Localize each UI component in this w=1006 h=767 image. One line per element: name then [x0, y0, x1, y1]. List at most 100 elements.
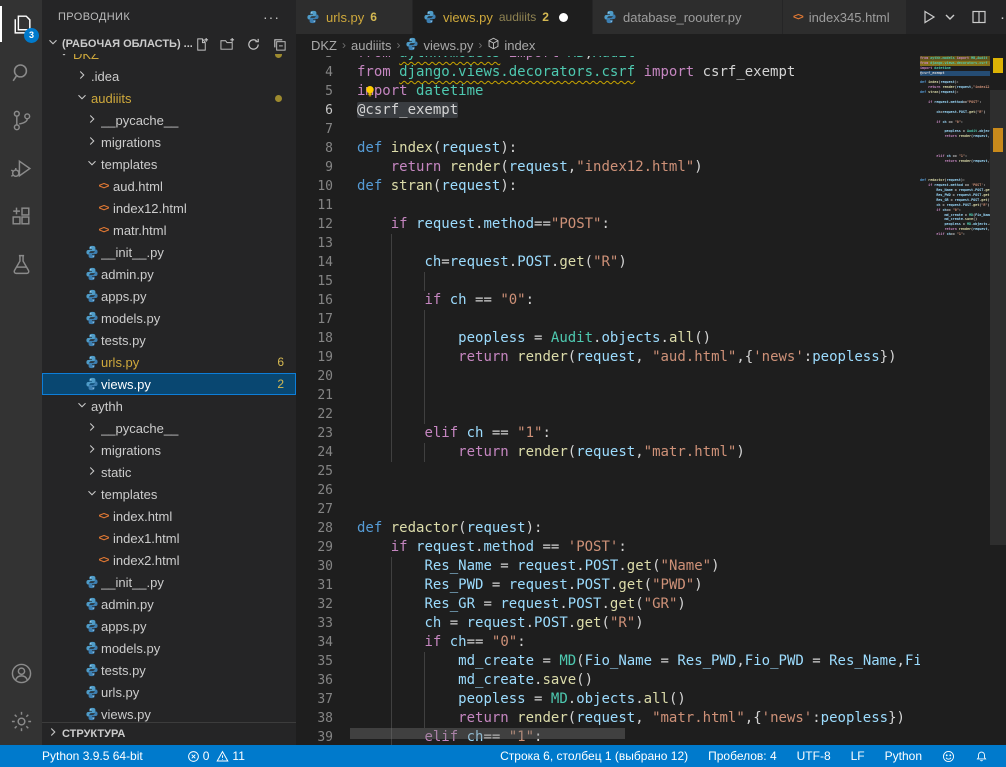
- code-line-5[interactable]: import datetime: [357, 82, 483, 101]
- run-python-file-icon[interactable]: [921, 9, 937, 25]
- breadcrumb-index[interactable]: index: [487, 37, 535, 53]
- python-interpreter-status[interactable]: Python 3.9.5 64-bit: [34, 745, 151, 767]
- tree-item-aud.html[interactable]: <>aud.html: [42, 175, 296, 197]
- code-editor[interactable]: 3from aythh.models import MB,Audit4from …: [296, 56, 1006, 745]
- tree-item-index12.html[interactable]: <>index12.html: [42, 197, 296, 219]
- code-line-18[interactable]: peopless = Audit.objects.all(): [357, 329, 711, 348]
- code-line-9[interactable]: return render(request,"index12.html"): [357, 158, 703, 177]
- code-line-19[interactable]: return render(request, "aud.html",{'news…: [357, 348, 897, 367]
- code-line-16[interactable]: if ch == "0":: [357, 291, 534, 310]
- tree-item-migrations[interactable]: migrations: [42, 439, 296, 461]
- tree-item-migrations[interactable]: migrations: [42, 131, 296, 153]
- tree-item-admin.py[interactable]: admin.py: [42, 593, 296, 615]
- run-dropdown-chevron-icon[interactable]: [942, 9, 958, 25]
- code-line-12[interactable]: if request.method=="POST":: [357, 215, 610, 234]
- code-line-34[interactable]: if ch== "0":: [357, 633, 526, 652]
- tree-item-index.html[interactable]: <>index.html: [42, 505, 296, 527]
- tree-item-static[interactable]: static: [42, 461, 296, 483]
- status-item[interactable]: Пробелов: 4: [700, 745, 785, 767]
- code-line-3[interactable]: from aythh.models import MB,Audit: [357, 56, 635, 63]
- activity-bar-extensions-icon[interactable]: [0, 192, 42, 240]
- tab-database_roouter.py[interactable]: database_roouter.py: [593, 0, 783, 34]
- notifications-bell-icon[interactable]: [967, 745, 996, 767]
- code-line-23[interactable]: elif ch == "1":: [357, 424, 551, 443]
- tree-item-models.py[interactable]: models.py: [42, 307, 296, 329]
- tree-item-DKZ[interactable]: DKZ: [42, 54, 296, 65]
- code-line-36[interactable]: md_create.save(): [357, 671, 593, 690]
- lightbulb-icon[interactable]: [363, 84, 377, 104]
- tree-item-admin.py[interactable]: admin.py: [42, 263, 296, 285]
- new-folder-icon[interactable]: [218, 35, 236, 53]
- tree-item-templates[interactable]: templates: [42, 153, 296, 175]
- tree-item-apps.py[interactable]: apps.py: [42, 285, 296, 307]
- minimap[interactable]: from aythh.models import MB,Auditfrom dj…: [920, 56, 990, 745]
- tree-item-__pycache__[interactable]: __pycache__: [42, 109, 296, 131]
- explorer-more-actions-icon[interactable]: ···: [263, 0, 280, 34]
- tree-item-__init__.py[interactable]: __init__.py: [42, 571, 296, 593]
- split-editor-icon[interactable]: [971, 9, 987, 25]
- activity-bar-source-control-icon[interactable]: [0, 96, 42, 144]
- tree-item-apps.py[interactable]: apps.py: [42, 615, 296, 637]
- code-line-14[interactable]: ch=request.POST.get("R"): [357, 253, 627, 272]
- outline-section-header[interactable]: СТРУКТУРА: [42, 722, 296, 745]
- code-line-33[interactable]: ch = request.POST.get("R"): [357, 614, 644, 633]
- tree-item-models.py[interactable]: models.py: [42, 637, 296, 659]
- breadcrumb-DKZ[interactable]: DKZ: [311, 38, 337, 53]
- code-line-28[interactable]: def redactor(request):: [357, 519, 542, 538]
- tree-item-__pycache__[interactable]: __pycache__: [42, 417, 296, 439]
- code-line-35[interactable]: md_create = MD(Fio_Name = Res_PWD,Fio_PW…: [357, 652, 920, 671]
- tree-item-index1.html[interactable]: <>index1.html: [42, 527, 296, 549]
- status-item[interactable]: UTF-8: [789, 745, 839, 767]
- activity-bar-run-and-debug-icon[interactable]: [0, 144, 42, 192]
- code-line-32[interactable]: Res_GR = request.POST.get("GR"): [357, 595, 686, 614]
- tree-item-index2.html[interactable]: <>index2.html: [42, 549, 296, 571]
- editor-more-actions-icon[interactable]: ···: [1000, 9, 1006, 26]
- html-file-icon: <>: [793, 12, 803, 23]
- code-line-10[interactable]: def stran(request):: [357, 177, 517, 196]
- problems-status[interactable]: 0 11: [179, 745, 253, 767]
- activity-bar-account-icon[interactable]: [0, 649, 42, 697]
- tree-item-urls.py[interactable]: urls.py: [42, 681, 296, 703]
- code-line-31[interactable]: Res_PWD = request.POST.get("PWD"): [357, 576, 703, 595]
- tab-views.py[interactable]: views.pyaudiiits2: [413, 0, 593, 34]
- tree-item-audiiits[interactable]: audiiits: [42, 87, 296, 109]
- code-line-29[interactable]: if request.method == 'POST':: [357, 538, 627, 557]
- scrollbar-vertical[interactable]: [990, 56, 1006, 745]
- code-line-8[interactable]: def index(request):: [357, 139, 517, 158]
- tree-item-tests.py[interactable]: tests.py: [42, 659, 296, 681]
- tree-item-aythh[interactable]: aythh: [42, 395, 296, 417]
- tree-item-urls.py[interactable]: urls.py6: [42, 351, 296, 373]
- dirty-dot-icon[interactable]: [559, 13, 568, 22]
- code-line-24[interactable]: return render(request,"matr.html"): [357, 443, 745, 462]
- collapse-all-icon[interactable]: [270, 35, 288, 53]
- code-line-30[interactable]: Res_Name = request.POST.get("Name"): [357, 557, 720, 576]
- code-line-37[interactable]: peopless = MD.objects.all(): [357, 690, 686, 709]
- activity-bar-testing-icon[interactable]: [0, 240, 42, 288]
- new-file-icon[interactable]: [192, 35, 210, 53]
- scrollbar-horizontal[interactable]: [350, 728, 625, 739]
- tree-item-matr.html[interactable]: <>matr.html: [42, 219, 296, 241]
- code-line-4[interactable]: from django.views.decorators.csrf import…: [357, 63, 795, 82]
- tree-item-views.py[interactable]: views.py2: [42, 373, 296, 395]
- status-item[interactable]: LF: [843, 745, 873, 767]
- code-line-38[interactable]: return render(request, "matr.html",{'new…: [357, 709, 905, 728]
- scrollbar-slider[interactable]: [990, 90, 1006, 545]
- status-item[interactable]: Строка 6, столбец 1 (выбрано 12): [492, 745, 696, 767]
- python-file-icon: [82, 311, 101, 325]
- breadcrumb-audiiits[interactable]: audiiits: [351, 38, 391, 53]
- tree-item-templates[interactable]: templates: [42, 483, 296, 505]
- tree-item-tests.py[interactable]: tests.py: [42, 329, 296, 351]
- tree-item-__init__.py[interactable]: __init__.py: [42, 241, 296, 263]
- feedback-icon[interactable]: [934, 745, 963, 767]
- status-item[interactable]: Python: [877, 745, 930, 767]
- breadcrumb-views.py[interactable]: views.py: [405, 37, 473, 54]
- activity-bar-search-icon[interactable]: [0, 48, 42, 96]
- workspace-section-header[interactable]: (РАБОЧАЯ ОБЛАСТЬ) ...: [42, 34, 296, 54]
- activity-bar-settings-icon[interactable]: [0, 697, 42, 745]
- tab-index345.html[interactable]: <>index345.html: [783, 0, 907, 34]
- tree-item-.idea[interactable]: .idea: [42, 65, 296, 87]
- tree-item-views.py[interactable]: views.py: [42, 703, 296, 723]
- tab-urls.py[interactable]: urls.py6: [296, 0, 413, 34]
- refresh-icon[interactable]: [244, 35, 262, 53]
- activity-bar-explorer-icon[interactable]: 3: [0, 0, 42, 48]
